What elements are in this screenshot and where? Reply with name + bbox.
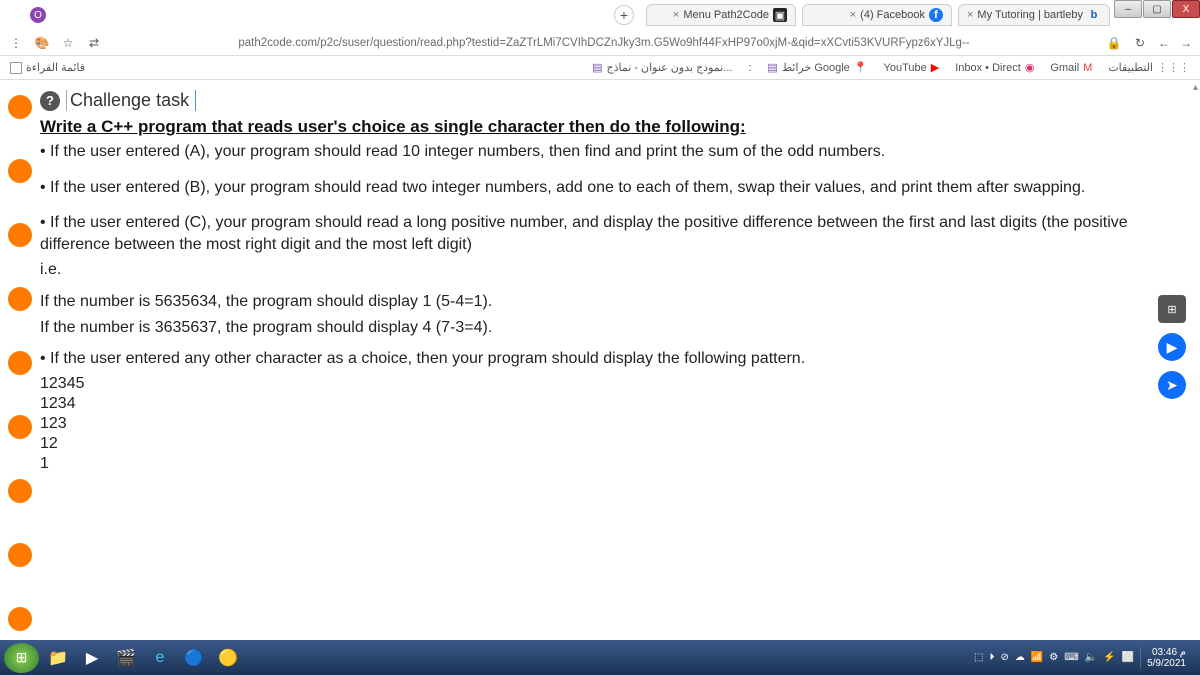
tray-icon[interactable]: ⚡ <box>1103 652 1115 663</box>
tray-icon[interactable]: ⏵ <box>989 652 994 663</box>
tray-icon[interactable]: ⬚ <box>974 652 983 663</box>
example-2: If the number is 3635637, the program sh… <box>40 317 1170 339</box>
bookmark-form[interactable]: ▤نموذج بدون عنوان - نماذج... <box>592 61 732 74</box>
tab-facebook[interactable]: × (4) Facebook f <box>802 4 952 26</box>
window-minimize[interactable]: – <box>1114 0 1142 18</box>
question-content: ? Challenge task Write a C++ program tha… <box>0 82 1200 640</box>
pattern-output: 12345 1234 123 12 1 <box>40 374 1170 474</box>
star-icon[interactable]: ☆ <box>60 36 76 50</box>
system-tray[interactable]: ⬚ ⏵ ⊘ ☁ 📶 ⚙ ⌨ 🔈 ⚡ ⬜ 03:46 م 5/9/2021 <box>974 647 1196 669</box>
floating-actions: ⊞ ▶ ➤ <box>1158 295 1186 399</box>
send-button[interactable]: ➤ <box>1158 371 1186 399</box>
lock-icon: 🔒 <box>1106 36 1122 50</box>
chrome2-icon[interactable]: 🟡 <box>213 644 243 672</box>
translate-icon[interactable]: ⇄ <box>86 36 102 50</box>
ie-icon[interactable]: e <box>145 644 175 672</box>
tray-icon[interactable]: 📶 <box>1031 652 1043 663</box>
tab-bartleby[interactable]: × My Tutoring | bartleby b <box>958 4 1110 26</box>
reload-icon[interactable]: ↻ <box>1132 36 1148 50</box>
back-button[interactable]: ← <box>1158 36 1170 50</box>
option-other: • If the user entered any other characte… <box>40 348 1170 370</box>
bookmark-maps[interactable]: ▤خرائط Google📍 <box>767 61 867 74</box>
chrome-icon[interactable]: 🔵 <box>179 644 209 672</box>
start-button[interactable]: ⊞ <box>4 643 39 673</box>
option-a: • If the user entered (A), your program … <box>40 141 1170 163</box>
tab-strip: O + × Menu Path2Code ▣ × (4) Facebook f … <box>0 3 1110 27</box>
grid-button[interactable]: ⊞ <box>1158 295 1186 323</box>
list-icon <box>10 62 22 74</box>
bookmark-inbox[interactable]: Inbox • Direct◉ <box>955 61 1034 74</box>
bookmarks-bar: قائمة القراءة ▤نموذج بدون عنوان - نماذج.… <box>0 56 1200 80</box>
reading-list[interactable]: قائمة القراءة <box>26 61 85 74</box>
tray-icon[interactable]: ⌨ <box>1064 652 1078 663</box>
media-icon[interactable]: ▶ <box>77 644 107 672</box>
window-maximize[interactable]: ▢ <box>1143 0 1171 18</box>
bookmark-youtube[interactable]: YouTube▶ <box>884 61 940 74</box>
close-icon[interactable]: × <box>850 9 856 21</box>
tray-icon[interactable]: ☁ <box>1015 652 1025 663</box>
example-1: If the number is 5635634, the program sh… <box>40 291 1170 313</box>
challenge-prompt: Write a C++ program that reads user's ch… <box>40 117 1170 137</box>
close-icon[interactable]: × <box>673 9 679 21</box>
opera-icon[interactable]: O <box>30 7 46 23</box>
tray-icon[interactable]: ⚙ <box>1049 652 1058 663</box>
menu-icon[interactable]: ⋮ <box>8 36 24 50</box>
url-field[interactable]: path2code.com/p2c/suser/question/read.ph… <box>112 37 1096 49</box>
paint-icon[interactable]: 🎨 <box>34 36 50 50</box>
tray-icon[interactable]: ⬜ <box>1122 652 1134 663</box>
close-icon[interactable]: × <box>967 9 973 21</box>
bookmark-apps[interactable]: التطبيقات⋮⋮⋮ <box>1108 61 1190 74</box>
tab-label: (4) Facebook <box>860 9 925 21</box>
tray-icon[interactable]: ⊘ <box>1000 652 1008 663</box>
site-icon: ▣ <box>773 8 787 22</box>
new-tab-button[interactable]: + <box>614 5 634 25</box>
tray-icon[interactable]: 🔈 <box>1085 652 1097 663</box>
option-b: • If the user entered (B), your program … <box>40 177 1170 199</box>
option-c: • If the user entered (C), your program … <box>40 212 1170 255</box>
movie-icon[interactable]: 🎬 <box>111 644 141 672</box>
play-button[interactable]: ▶ <box>1158 333 1186 361</box>
bookmark-gmail[interactable]: GmailM <box>1050 62 1092 74</box>
taskbar: ⊞ 📁 ▶ 🎬 e 🔵 🟡 ⬚ ⏵ ⊘ ☁ 📶 ⚙ ⌨ 🔈 ⚡ ⬜ 03:46 … <box>0 640 1200 675</box>
facebook-icon: f <box>929 8 943 22</box>
help-icon: ? <box>40 91 60 111</box>
clock[interactable]: 03:46 م 5/9/2021 <box>1140 647 1192 669</box>
bartleby-icon: b <box>1087 8 1101 22</box>
address-bar: ⋮ 🎨 ☆ ⇄ path2code.com/p2c/suser/question… <box>0 30 1200 56</box>
forward-button[interactable]: → <box>1180 36 1192 50</box>
tab-label: Menu Path2Code <box>683 9 769 21</box>
tab-label: My Tutoring | bartleby <box>977 9 1083 21</box>
explorer-icon[interactable]: 📁 <box>43 644 73 672</box>
challenge-title: Challenge task <box>66 90 196 111</box>
tab-path2code[interactable]: × Menu Path2Code ▣ <box>646 4 796 26</box>
window-close[interactable]: X <box>1172 0 1200 18</box>
ie-label: i.e. <box>40 259 1170 281</box>
